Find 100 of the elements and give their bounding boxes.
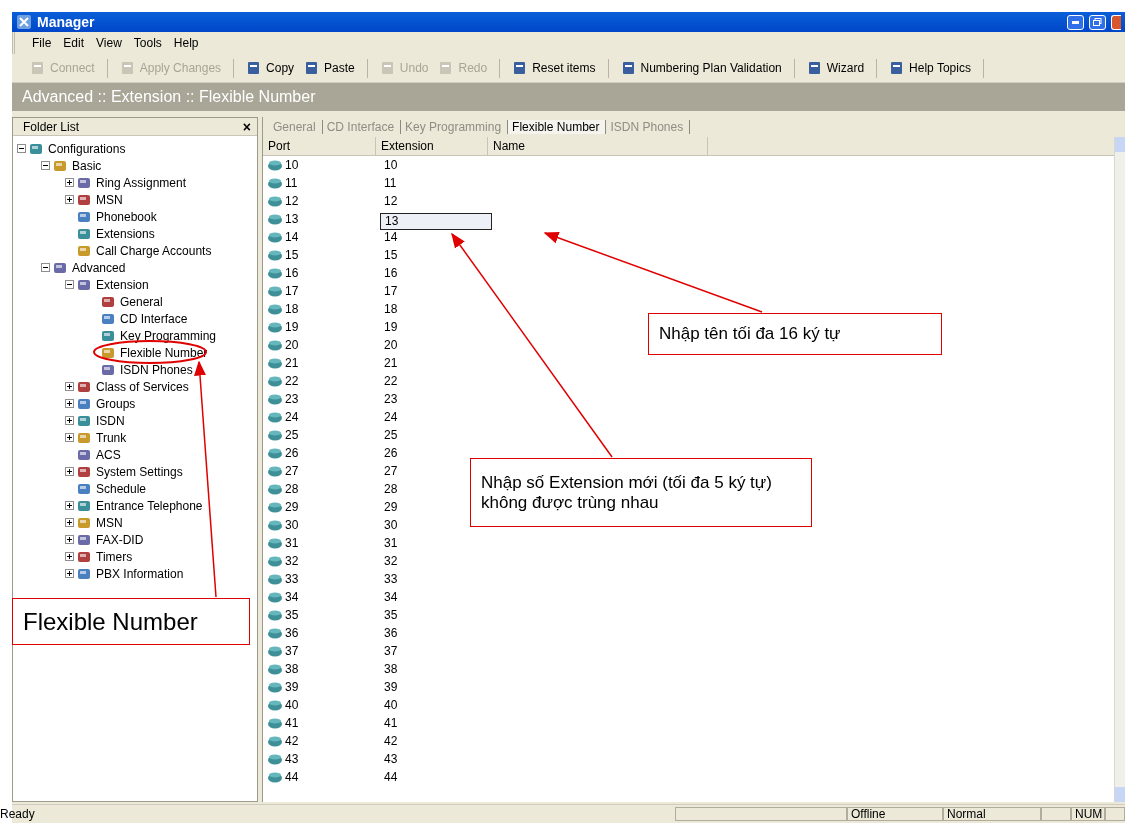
tree-item[interactable]: ISDN <box>95 413 126 428</box>
column-header[interactable]: Port <box>263 137 376 155</box>
table-cell-text: 19 <box>383 319 399 336</box>
toolbar-button[interactable]: Help Topics <box>887 58 973 78</box>
phone-icon <box>267 483 284 495</box>
table-cell-text: 16 <box>383 265 399 282</box>
tree-item[interactable]: Phonebook <box>95 209 158 224</box>
tree-item[interactable]: Key Programming <box>119 328 218 343</box>
expand-toggle[interactable] <box>41 263 50 272</box>
item-icon <box>77 498 92 513</box>
restore-button[interactable] <box>1089 14 1106 30</box>
status-text: Ready <box>0 807 36 821</box>
input-field[interactable]: 13 <box>380 212 492 230</box>
table-cell-text: 24 <box>383 409 399 426</box>
column-header[interactable]: Extension <box>376 137 488 155</box>
table-cell-text: 27 <box>383 463 399 480</box>
expand-toggle[interactable] <box>65 535 74 544</box>
tree-item[interactable]: MSN <box>95 192 124 207</box>
expand-toggle[interactable] <box>65 382 74 391</box>
table-cell-text: 44 <box>383 769 399 786</box>
panel-title: Folder List <box>23 119 80 134</box>
tree-item[interactable]: General <box>119 294 164 309</box>
toolbar-button[interactable]: Copy <box>244 58 297 78</box>
toolbar-button[interactable]: Paste <box>302 58 357 78</box>
tree-item[interactable]: MSN <box>95 515 124 530</box>
tree-item[interactable]: Ring Assignment <box>95 175 188 190</box>
tree-item[interactable]: Call Charge Accounts <box>95 243 213 258</box>
expand-toggle[interactable] <box>65 501 74 510</box>
column-header[interactable]: Name <box>488 137 708 155</box>
phone-icon <box>267 285 284 297</box>
tree-item[interactable]: Basic <box>71 158 103 173</box>
tree-item[interactable]: System Settings <box>95 464 184 479</box>
tree-item[interactable]: Advanced <box>71 260 127 275</box>
tree-item[interactable]: Class of Services <box>95 379 190 394</box>
status-pane: Offline <box>847 807 943 821</box>
table-cell-text: 17 <box>383 283 399 300</box>
expand-toggle[interactable] <box>41 161 50 170</box>
close-button[interactable] <box>1111 14 1121 30</box>
expand-toggle[interactable] <box>65 569 74 578</box>
tree-item[interactable]: FAX-DID <box>95 532 145 547</box>
expand-toggle[interactable] <box>65 467 74 476</box>
menu-item[interactable]: Help <box>168 35 204 51</box>
expand-toggle[interactable] <box>65 178 74 187</box>
phone-icon <box>267 213 284 225</box>
expand-toggle[interactable] <box>65 433 74 442</box>
table-cell: 14 <box>285 230 299 244</box>
table-cell: 36 <box>285 626 299 640</box>
tree-item[interactable]: PBX Information <box>95 566 185 581</box>
phone-icon <box>267 411 284 423</box>
phone-icon <box>267 177 284 189</box>
table-cell: 41 <box>285 716 299 730</box>
table-cell-text: 22 <box>383 373 399 390</box>
tree-item[interactable]: Schedule <box>95 481 148 496</box>
item-icon <box>77 396 92 411</box>
expand-toggle[interactable] <box>65 399 74 408</box>
toolbar-icon <box>30 60 46 76</box>
table-cell-text: 15 <box>383 247 399 264</box>
toolbar-button[interactable]: Reset items <box>510 58 598 78</box>
table-cell-text: 42 <box>383 733 399 750</box>
menu-item[interactable]: View <box>91 35 127 51</box>
menu-item[interactable]: Tools <box>128 35 167 51</box>
tree-item[interactable]: ISDN Phones <box>119 362 194 377</box>
table-cell: 30 <box>285 518 299 532</box>
tree-item[interactable]: Extensions <box>95 226 156 241</box>
expand-toggle[interactable] <box>65 552 74 561</box>
expand-toggle[interactable] <box>65 280 74 289</box>
menu-item[interactable]: Edit <box>58 35 90 51</box>
tree-item[interactable]: Extension <box>95 277 150 292</box>
table-cell-text: 20 <box>383 337 399 354</box>
phone-icon <box>267 753 284 765</box>
expand-toggle[interactable] <box>65 195 74 204</box>
minimize-button[interactable] <box>1067 14 1084 30</box>
menu-item[interactable]: File <box>27 35 57 51</box>
tree-item[interactable]: Timers <box>95 549 134 564</box>
item-icon <box>77 413 92 428</box>
table-cell: 38 <box>285 662 299 676</box>
phone-icon <box>267 735 284 747</box>
close-button[interactable]: × <box>242 118 251 135</box>
table-cell-text: 43 <box>383 751 399 768</box>
phone-icon <box>267 771 284 783</box>
tree-item[interactable]: Trunk <box>95 430 128 445</box>
toolbar-button[interactable]: Wizard <box>804 58 867 78</box>
tree-item[interactable]: Entrance Telephone <box>95 498 204 513</box>
expand-toggle[interactable] <box>65 518 74 527</box>
table-cell: 40 <box>285 698 299 712</box>
expand-toggle[interactable] <box>17 144 26 153</box>
tree-item[interactable]: ACS <box>95 447 122 462</box>
table-cell-text: 34 <box>383 589 399 606</box>
tree-item[interactable]: Groups <box>95 396 137 411</box>
tree-item[interactable]: CD Interface <box>119 311 189 326</box>
toolbar-button[interactable]: Numbering Plan Validation <box>618 58 784 78</box>
phone-icon <box>267 519 284 531</box>
phone-icon <box>267 663 284 675</box>
table-cell: 35 <box>285 608 299 622</box>
tree-item[interactable]: Configurations <box>47 141 127 156</box>
item-icon <box>77 481 92 496</box>
status-pane: Normal <box>943 807 1041 821</box>
tab[interactable]: Flexible Number <box>508 120 607 134</box>
expand-toggle[interactable] <box>65 416 74 425</box>
phone-icon <box>267 357 284 369</box>
